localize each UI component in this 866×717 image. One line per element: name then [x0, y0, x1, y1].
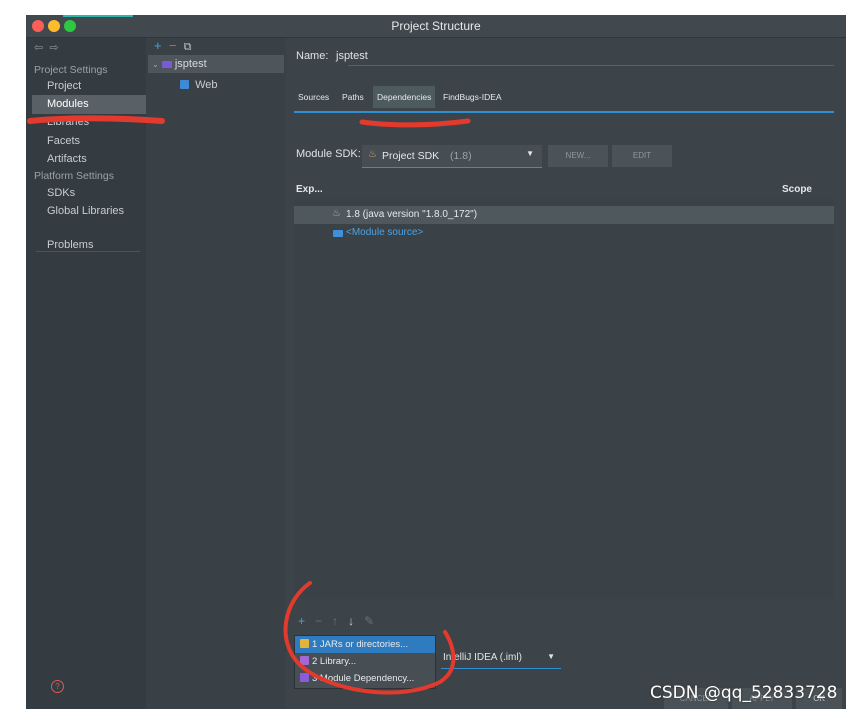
edit-pencil-icon[interactable]: ✎	[364, 614, 374, 628]
move-down-icon[interactable]: ↓	[348, 614, 354, 628]
name-label: Name:	[296, 50, 329, 62]
module-sdk-select[interactable]: ♨ Project SDK (1.8) ▼	[362, 145, 542, 168]
move-up-icon[interactable]: ↑	[332, 614, 338, 628]
module-folder-icon	[161, 61, 172, 68]
web-facet-icon	[180, 80, 189, 89]
edit-sdk-button[interactable]: EDIT	[612, 145, 672, 167]
dependencies-header: Exp... Scope	[294, 181, 834, 199]
add-dependency-popup: 1 JARs or directories... 2 Library... 3 …	[294, 635, 436, 689]
dependency-row-jdk[interactable]: ♨ 1.8 (java version "1.8.0_172")	[294, 206, 834, 224]
sidebar-item-modules[interactable]: Modules	[47, 98, 89, 110]
title-bar: Project Structure	[26, 15, 846, 38]
forward-arrow-icon[interactable]: ⇨	[49, 42, 58, 54]
dependency-row-module-source[interactable]: <Module source>	[294, 224, 834, 242]
menu-item-jars[interactable]: 1 JARs or directories...	[295, 636, 435, 653]
module-sdk-label: Module SDK:	[296, 148, 361, 160]
menu-item-label: 2 Library...	[312, 656, 357, 667]
sidebar-item-problems[interactable]: Problems	[47, 239, 93, 251]
module-tree-panel: + − ⧉ ⌄ jsptest Web	[146, 38, 286, 709]
dependency-label: <Module source>	[346, 227, 424, 238]
tab-paths[interactable]: Paths	[338, 86, 368, 108]
add-dependency-button[interactable]: +	[298, 614, 305, 628]
sdk-selected-value: Project SDK	[382, 150, 440, 162]
dependencies-toolbar: + − ↑ ↓ ✎	[298, 614, 374, 628]
tree-toolbar: + − ⧉	[154, 38, 192, 54]
tree-item-web[interactable]: Web	[180, 79, 217, 91]
back-arrow-icon[interactable]: ⇦	[34, 42, 43, 54]
dependency-label: 1.8 (java version "1.8.0_172")	[346, 209, 478, 220]
export-column-header[interactable]: Exp...	[296, 184, 323, 195]
copy-module-button[interactable]: ⧉	[184, 41, 192, 53]
chevron-down-icon[interactable]: ⌄	[152, 60, 159, 69]
jdk-icon: ♨	[368, 149, 377, 160]
project-settings-header: Project Settings	[34, 64, 108, 76]
sdk-selected-version: (1.8)	[450, 150, 472, 162]
menu-item-library[interactable]: 2 Library...	[295, 653, 435, 670]
tree-item-jsptest[interactable]: ⌄ jsptest	[152, 58, 207, 70]
storage-format-value: IntelliJ IDEA (.iml)	[443, 652, 522, 663]
name-field-underline	[348, 65, 834, 66]
tabs-underline	[294, 111, 834, 113]
dependencies-storage-format-select[interactable]: IntelliJ IDEA (.iml) ▼	[441, 648, 561, 669]
platform-settings-header: Platform Settings	[34, 170, 114, 182]
tree-item-label: Web	[195, 79, 218, 91]
chevron-down-icon: ▼	[526, 149, 534, 158]
chevron-down-icon: ▼	[547, 652, 555, 661]
module-tabs: Sources Paths Dependencies FindBugs-IDEA	[294, 78, 834, 114]
csdn-watermark: CSDN @qq_52833728	[650, 683, 838, 703]
library-icon	[300, 656, 309, 665]
window-title: Project Structure	[391, 19, 481, 33]
titlebar-accent	[63, 15, 133, 17]
settings-sidebar: ⇦ ⇨ Project Settings Project Modules Lib…	[26, 38, 146, 709]
folder-icon	[333, 230, 343, 237]
remove-module-button[interactable]: −	[169, 38, 177, 53]
sidebar-divider	[36, 251, 140, 252]
tree-item-label: jsptest	[174, 58, 207, 70]
sidebar-item-libraries[interactable]: Libraries	[47, 116, 89, 128]
remove-dependency-button[interactable]: −	[315, 614, 322, 628]
module-icon	[300, 673, 309, 682]
jar-icon	[300, 639, 309, 648]
tab-dependencies[interactable]: Dependencies	[373, 86, 436, 108]
jdk-icon: ♨	[332, 208, 341, 219]
sidebar-item-project[interactable]: Project	[47, 80, 81, 92]
sidebar-item-artifacts[interactable]: Artifacts	[47, 153, 87, 165]
sidebar-item-sdks[interactable]: SDKs	[47, 187, 75, 199]
new-sdk-button[interactable]: NEW...	[548, 145, 608, 167]
module-name-field[interactable]: jsptest	[336, 50, 368, 62]
menu-item-label: 1 JARs or directories...	[312, 639, 409, 650]
sidebar-item-facets[interactable]: Facets	[47, 135, 80, 147]
tab-findbugs-idea[interactable]: FindBugs-IDEA	[439, 86, 506, 108]
menu-item-module-dependency[interactable]: 3 Module Dependency...	[295, 670, 435, 687]
add-module-button[interactable]: +	[154, 38, 162, 53]
tab-sources[interactable]: Sources	[294, 86, 333, 108]
project-structure-window: Project Structure ⇦ ⇨ Project Settings P…	[26, 15, 846, 709]
module-settings-panel: Name: jsptest Sources Paths Dependencies…	[286, 38, 846, 709]
sidebar-item-global-libraries[interactable]: Global Libraries	[47, 205, 124, 217]
scope-column-header[interactable]: Scope	[782, 184, 812, 195]
help-icon[interactable]: ?	[51, 680, 64, 693]
nav-arrows: ⇦ ⇨	[34, 41, 59, 54]
menu-item-label: 3 Module Dependency...	[312, 673, 415, 684]
dependencies-list	[294, 199, 834, 599]
